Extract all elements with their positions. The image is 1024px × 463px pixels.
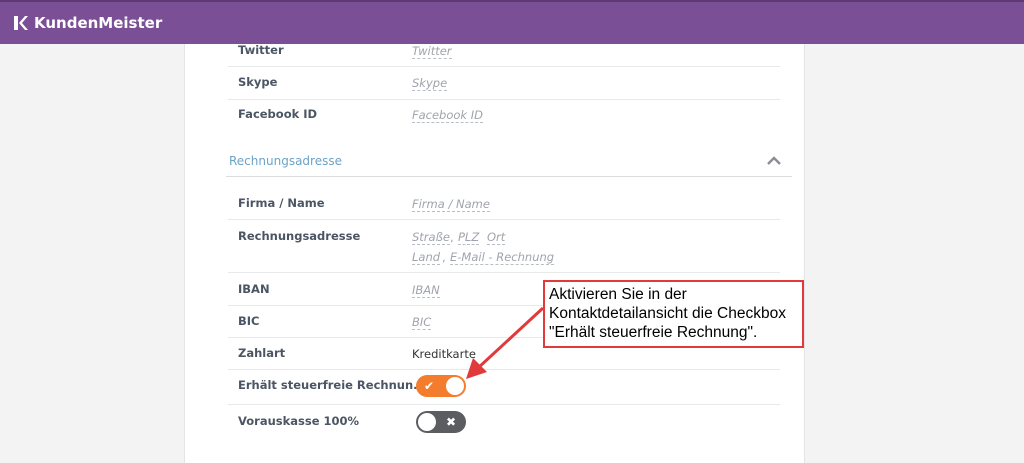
- divider: [228, 219, 780, 220]
- zahlart-label: Zahlart: [238, 346, 286, 360]
- plz-field[interactable]: PLZ: [458, 230, 480, 245]
- left-sidebar: [0, 44, 185, 463]
- top-bar: KundenMeister: [0, 0, 1024, 44]
- right-pane: [804, 44, 1024, 463]
- toggle-knob: [418, 413, 436, 431]
- vorauskasse-toggle[interactable]: ✖: [416, 411, 466, 433]
- address-separator: ,: [450, 230, 454, 244]
- divider: [228, 272, 780, 273]
- billing-address-label: Rechnungsadresse: [238, 229, 361, 243]
- chevron-up-icon[interactable]: [766, 154, 782, 166]
- skype-label: Skype: [238, 75, 278, 89]
- steuerfrei-label: Erhält steuerfreie Rechnun...: [238, 378, 427, 392]
- facebook-id-field[interactable]: Facebook ID: [412, 108, 483, 123]
- bic-label: BIC: [238, 314, 260, 328]
- divider: [228, 99, 780, 100]
- email-rechnung-field[interactable]: E-Mail - Rechnung: [450, 250, 555, 265]
- callout-line: Aktivieren Sie in der: [549, 286, 687, 303]
- firma-label: Firma / Name: [238, 196, 325, 210]
- divider: [228, 66, 780, 67]
- callout-line: "Erhält steuerfreie Rechnung".: [549, 324, 758, 341]
- divider: [228, 404, 780, 405]
- skype-field[interactable]: Skype: [412, 76, 448, 91]
- twitter-label: Twitter: [238, 43, 284, 57]
- x-icon: ✖: [446, 415, 457, 429]
- annotation-arrow-icon: [466, 306, 545, 379]
- iban-label: IBAN: [238, 282, 270, 296]
- iban-field[interactable]: IBAN: [412, 283, 440, 298]
- kundenmeister-logo-icon: [14, 16, 28, 30]
- facebook-id-label: Facebook ID: [238, 107, 318, 121]
- street-field[interactable]: Straße: [412, 230, 450, 245]
- steuerfrei-toggle[interactable]: ✔: [416, 375, 466, 397]
- callout-line: Kontaktdetailansicht die Checkbox: [549, 305, 786, 322]
- land-field[interactable]: Land: [412, 250, 441, 265]
- vorauskasse-label: Vorauskasse 100%: [238, 414, 360, 428]
- app-logo[interactable]: KundenMeister: [12, 14, 162, 32]
- firma-field[interactable]: Firma / Name: [412, 197, 490, 212]
- ort-field[interactable]: Ort: [487, 230, 506, 245]
- billing-section-title[interactable]: Rechnungsadresse: [229, 154, 342, 168]
- app-name: KundenMeister: [34, 14, 163, 32]
- section-divider: [226, 176, 792, 177]
- bic-field[interactable]: BIC: [412, 315, 432, 330]
- annotation-callout: Aktivieren Sie in der Kontaktdetailansic…: [543, 280, 804, 348]
- address-separator: ,: [442, 250, 446, 264]
- twitter-field[interactable]: Twitter: [412, 44, 452, 59]
- check-icon: ✔: [424, 379, 435, 393]
